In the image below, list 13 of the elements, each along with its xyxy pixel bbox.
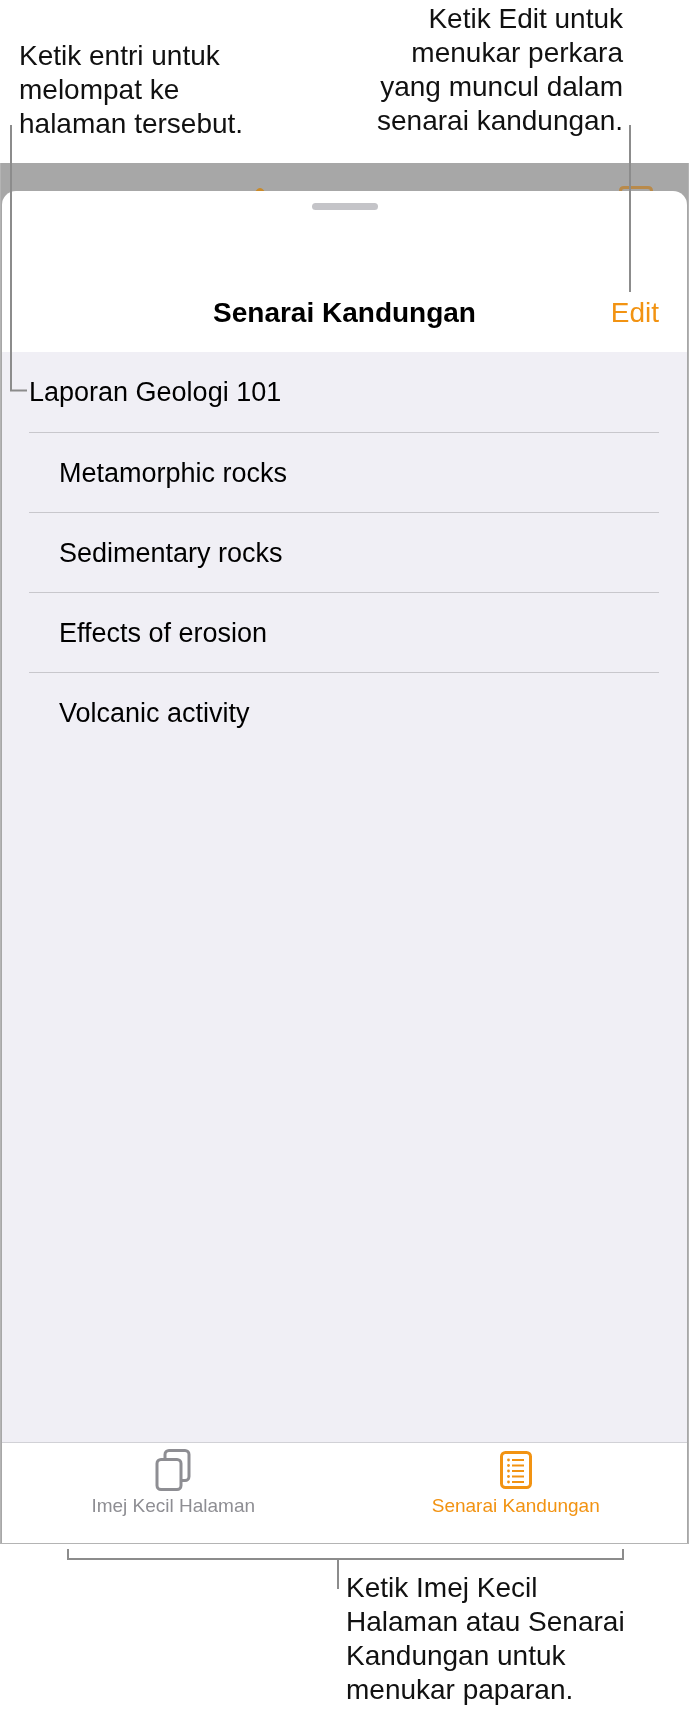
callout-text: Ketik entri untuk melompat ke halaman tersebut. <box>19 39 245 141</box>
toc-entry[interactable]: Volcanic activity <box>59 696 250 729</box>
toolbar-icon <box>619 186 653 192</box>
grabber-handle[interactable] <box>311 203 378 210</box>
toc-entry[interactable]: Laporan Geologi 101 <box>29 376 282 408</box>
toc-entry[interactable]: Metamorphic rocks <box>59 456 288 489</box>
list-icon <box>499 1451 532 1489</box>
sheet-title: Senarai Kandungan <box>213 296 476 330</box>
pages-icon <box>155 1449 192 1491</box>
callout-text: Ketik Edit untuk menukar perkara yang muncul dalam senarai kandungan. <box>376 2 623 138</box>
toc-entry[interactable]: Effects of erosion <box>59 616 268 649</box>
callout-text: Ketik Imej Kecil Halaman atau Senarai Kandungan untuk menukar paparan. <box>346 1571 626 1707</box>
toc-entry[interactable]: Sedimentary rocks <box>59 536 283 569</box>
